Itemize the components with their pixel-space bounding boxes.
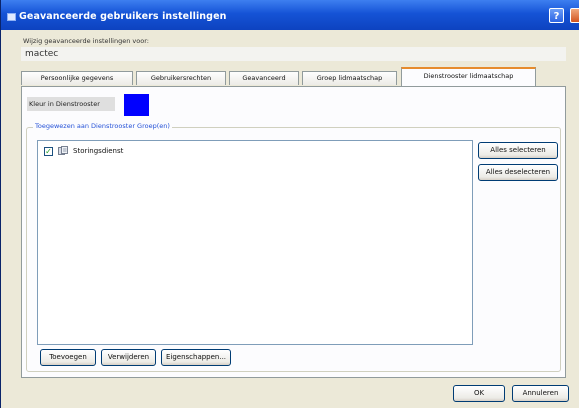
- remove-button[interactable]: Verwijderen: [101, 349, 156, 366]
- color-swatch[interactable]: [124, 94, 149, 116]
- group-list[interactable]: ✓ Storingsdienst: [37, 140, 473, 345]
- tab-strip: Persoonlijke gegevens Gebruikersrechten …: [21, 67, 566, 87]
- tab-persoonlijke-gegevens[interactable]: Persoonlijke gegevens: [21, 71, 133, 85]
- help-button[interactable]: ?: [549, 8, 564, 23]
- prompt-label: Wijzig geavanceerde instellingen voor:: [23, 37, 149, 45]
- app-icon: [7, 13, 16, 21]
- user-field: mactec: [21, 47, 566, 61]
- deselect-all-button[interactable]: Alles deselecteren: [478, 164, 558, 181]
- tab-groep-lidmaatschap[interactable]: Groep lidmaatschap: [302, 71, 397, 85]
- item-label: Storingsdienst: [73, 147, 124, 155]
- group-legend: Toegewezen aan Dienstrooster Groep(en): [33, 122, 172, 130]
- user-value: mactec: [25, 49, 59, 59]
- window-title: Geavanceerde gebruikers instellingen: [19, 11, 227, 22]
- add-button[interactable]: Toevoegen: [40, 349, 96, 366]
- ok-button[interactable]: OK: [453, 385, 505, 402]
- dialog-window: Geavanceerde gebruikers instellingen ? W…: [0, 0, 579, 408]
- cancel-button[interactable]: Annuleren: [512, 385, 569, 402]
- tab-dienstrooster-lidmaatschap[interactable]: Dienstrooster lidmaatschap: [401, 67, 536, 86]
- properties-button[interactable]: Eigenschappen...: [161, 349, 231, 366]
- title-bar[interactable]: Geavanceerde gebruikers instellingen ?: [1, 0, 579, 30]
- color-label: Kleur in Dienstrooster: [27, 97, 115, 111]
- group-box: Toegewezen aan Dienstrooster Groep(en) ✓…: [26, 122, 561, 372]
- close-button[interactable]: [570, 8, 579, 23]
- tab-gebruikersrechten[interactable]: Gebruikersrechten: [136, 71, 226, 85]
- tab-geavanceerd[interactable]: Geavanceerd: [229, 71, 299, 85]
- group-icon: [58, 146, 68, 155]
- item-checkbox[interactable]: ✓: [44, 147, 53, 156]
- tab-panel: Kleur in Dienstrooster Toegewezen aan Di…: [21, 86, 566, 378]
- select-all-button[interactable]: Alles selecteren: [478, 142, 558, 159]
